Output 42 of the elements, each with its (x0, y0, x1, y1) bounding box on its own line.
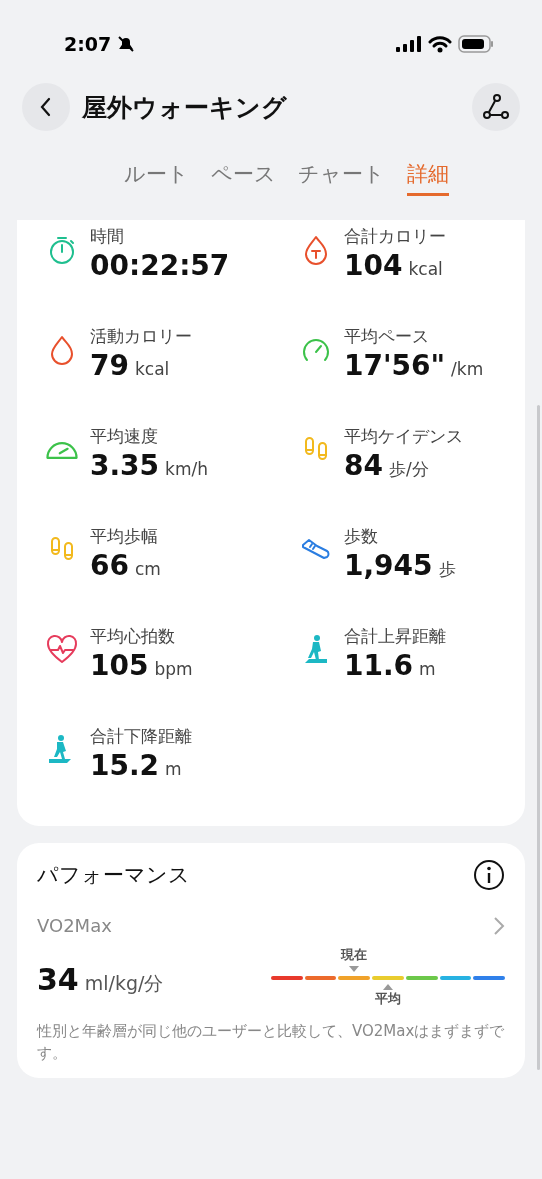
metric-label: 平均ケイデンス (344, 425, 463, 448)
tab[interactable]: 詳細 (406, 160, 449, 196)
metric-label: 平均心拍数 (90, 625, 176, 648)
metric-value: 00:22:57 (90, 248, 230, 284)
wifi-icon (428, 35, 452, 53)
tab[interactable]: チャート (297, 160, 385, 196)
battery-icon (458, 35, 494, 53)
metric-label: 平均歩幅 (90, 525, 159, 548)
metric-value: 11.6 m (344, 648, 437, 684)
back-button[interactable] (22, 83, 70, 131)
metric-value: 66 cm (90, 548, 161, 584)
metric-value: 3.35 km/h (90, 448, 208, 484)
metric-label: 合計カロリー (344, 225, 446, 248)
metric-label: 合計下降距離 (90, 725, 192, 748)
info-icon[interactable] (473, 859, 505, 891)
metric-name: VO2Max (37, 915, 112, 936)
metric-label: 活動カロリー (90, 325, 192, 348)
marker-label: 現在 (341, 946, 368, 964)
metric-label: 時間 (90, 225, 125, 248)
vo2max-value: 34 ml/kg/分 (37, 961, 164, 997)
signal-icon (396, 36, 422, 52)
metric-value: 79 kcal (90, 348, 171, 384)
marker-label: 平均 (375, 990, 401, 1008)
metric-label: 合計上昇距離 (344, 625, 446, 648)
metric-label: 歩数 (344, 525, 379, 548)
metric-value: 105 bpm (90, 648, 193, 684)
metric-value: 104 kcal (344, 248, 444, 284)
route-button[interactable] (472, 83, 520, 131)
speedometer-icon (45, 441, 79, 460)
metric-value: 84 歩/分 (344, 448, 430, 484)
metric-value: 1,945 歩 (344, 548, 456, 584)
metric-label: 平均ペース (344, 325, 430, 348)
status-time: 2:07 (64, 33, 112, 55)
page-title: 屋外ウォーキング (82, 91, 288, 124)
section-title: パフォーマンス (37, 862, 190, 889)
route-icon (482, 93, 510, 121)
vo2max-note: 性別と年齢層が同じ他のユーザーと比較して、VO2Maxはまずまずです。 (37, 1021, 505, 1064)
metric-value: 17'56" /km (344, 348, 484, 384)
tab[interactable]: ペース (210, 160, 276, 196)
metric-label: 平均速度 (90, 425, 159, 448)
tab[interactable]: ルート (123, 160, 189, 196)
metric-value: 15.2 m (90, 748, 183, 784)
